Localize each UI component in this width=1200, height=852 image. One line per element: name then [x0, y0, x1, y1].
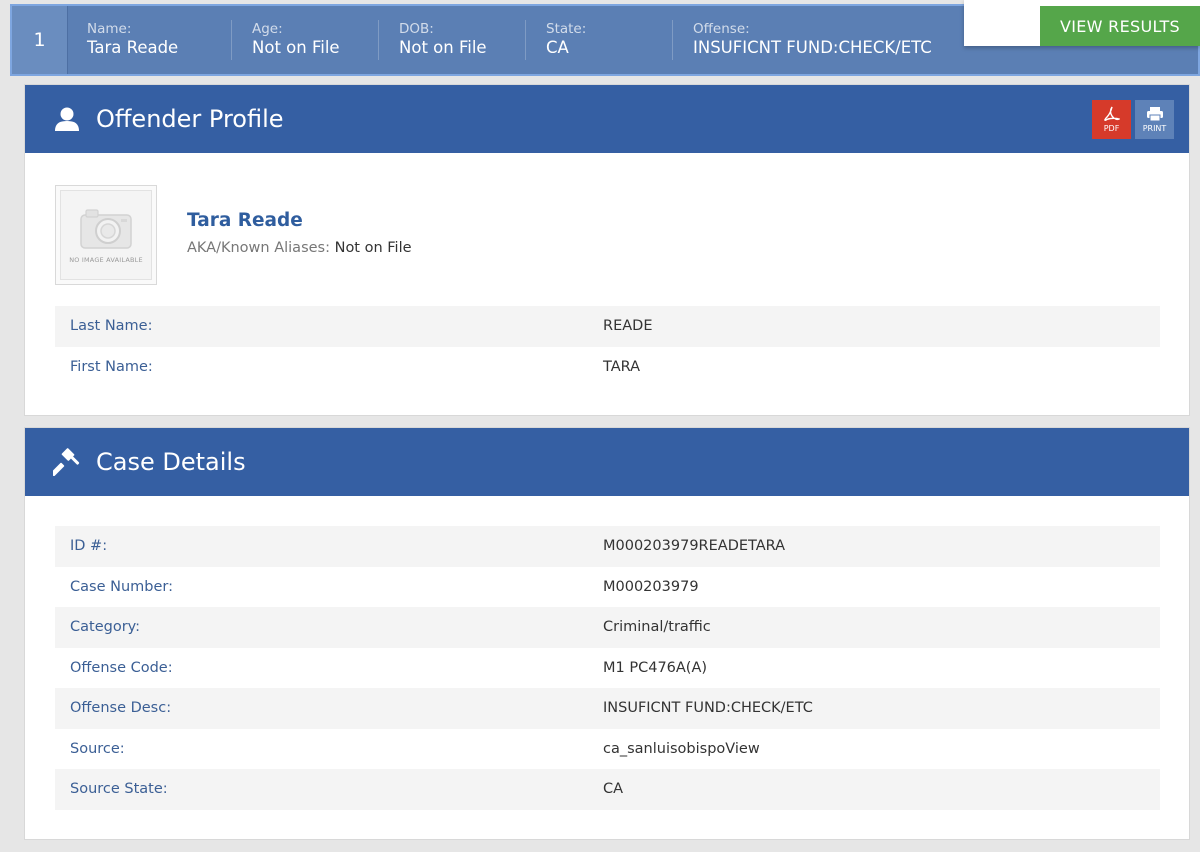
offender-name: Tara Reade — [187, 210, 303, 231]
summary-dob-field: DOB: Not on File — [399, 20, 526, 60]
offense-code-label: Offense Code: — [70, 659, 173, 676]
result-index: 1 — [12, 6, 68, 74]
offender-profile-header: Offender Profile PDF PRINT — [25, 85, 1189, 153]
case-number-value: M000203979 — [603, 578, 699, 595]
print-label: PRINT — [1142, 124, 1167, 133]
table-row: Offense Desc: INSUFICNT FUND:CHECK/ETC — [55, 688, 1160, 729]
source-value: ca_sanluisobispoView — [603, 740, 760, 757]
offense-desc-value: INSUFICNT FUND:CHECK/ETC — [603, 700, 813, 717]
offender-profile-title: Offender Profile — [96, 105, 284, 133]
view-results-button[interactable]: VIEW RESULTS — [1040, 6, 1200, 46]
id-label: ID #: — [70, 538, 108, 555]
summary-offense-field: Offense: INSUFICNT FUND:CHECK/ETC — [693, 20, 952, 60]
table-row: Category: Criminal/traffic — [55, 607, 1160, 648]
table-row: ID #: M000203979READETARA — [55, 526, 1160, 567]
last-name-value: READE — [603, 318, 653, 335]
source-state-value: CA — [603, 781, 624, 798]
aka-label: AKA/Known Aliases: — [187, 240, 330, 256]
case-details-title: Case Details — [96, 448, 246, 476]
source-label: Source: — [70, 740, 125, 757]
case-number-label: Case Number: — [70, 578, 173, 595]
category-value: Criminal/traffic — [603, 619, 711, 636]
aka-line: AKA/Known Aliases: Not on File — [187, 240, 412, 256]
summary-dob-value: Not on File — [399, 38, 487, 57]
summary-offense-value: INSUFICNT FUND:CHECK/ETC — [693, 38, 932, 57]
offense-desc-label: Offense Desc: — [70, 700, 172, 717]
table-row: Source State: CA — [55, 769, 1160, 810]
category-label: Category: — [70, 619, 141, 636]
offense-code-value: M1 PC476A(A) — [603, 659, 708, 676]
last-name-label: Last Name: — [70, 318, 153, 335]
print-button[interactable]: PRINT — [1135, 100, 1174, 139]
source-state-label: Source State: — [70, 781, 168, 798]
case-details-panel: Case Details ID #: M000203979READETARA C… — [24, 427, 1190, 840]
summary-age-field: Age: Not on File — [252, 20, 379, 60]
summary-state-field: State: CA — [546, 20, 673, 60]
offender-profile-panel: Offender Profile PDF PRINT NO IMAGE AVAI… — [24, 84, 1190, 416]
summary-name-label: Name: — [87, 21, 132, 37]
summary-age-label: Age: — [252, 21, 283, 37]
summary-name-field: Name: Tara Reade — [87, 20, 232, 60]
id-value: M000203979READETARA — [603, 538, 786, 555]
export-tools: PDF PRINT — [1092, 100, 1174, 139]
profile-details-table: Last Name: READE First Name: TARA — [55, 306, 1160, 387]
case-details-header: Case Details — [25, 428, 1189, 496]
table-row: Offense Code: M1 PC476A(A) — [55, 648, 1160, 689]
pdf-button[interactable]: PDF — [1092, 100, 1131, 139]
table-row: Last Name: READE — [55, 306, 1160, 347]
pdf-label: PDF — [1103, 124, 1120, 133]
pdf-icon — [1103, 106, 1120, 121]
case-details-table: ID #: M000203979READETARA Case Number: M… — [55, 526, 1160, 810]
user-icon — [53, 105, 81, 133]
summary-age-value: Not on File — [252, 38, 340, 57]
gavel-icon — [53, 448, 81, 476]
summary-state-label: State: — [546, 21, 587, 37]
first-name-label: First Name: — [70, 358, 153, 375]
summary-dob-label: DOB: — [399, 21, 434, 37]
aka-value: Not on File — [334, 240, 412, 256]
table-row: Case Number: M000203979 — [55, 567, 1160, 608]
summary-offense-label: Offense: — [693, 21, 750, 37]
table-row: Source: ca_sanluisobispoView — [55, 729, 1160, 770]
photo-placeholder: NO IMAGE AVAILABLE — [60, 190, 152, 280]
no-image-caption: NO IMAGE AVAILABLE — [69, 256, 143, 264]
summary-state-value: CA — [546, 38, 569, 57]
table-row: First Name: TARA — [55, 347, 1160, 388]
offender-photo: NO IMAGE AVAILABLE — [55, 185, 157, 285]
camera-icon — [80, 209, 132, 249]
summary-name-value: Tara Reade — [87, 38, 179, 57]
first-name-value: TARA — [603, 358, 641, 375]
printer-icon — [1146, 107, 1163, 122]
